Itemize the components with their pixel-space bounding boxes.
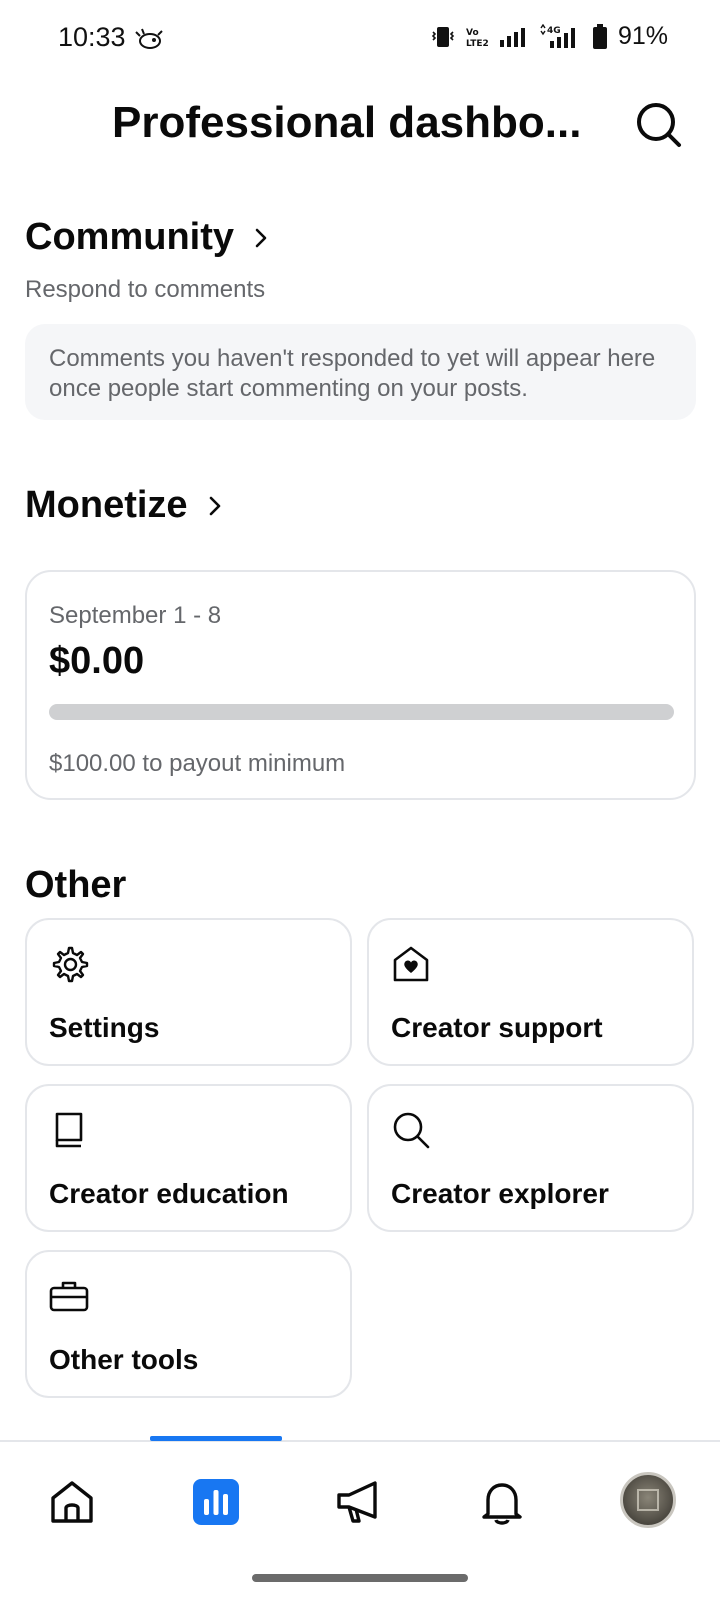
active-tab-indicator bbox=[150, 1436, 282, 1441]
creator-education-label: Creator education bbox=[49, 1178, 289, 1209]
svg-text:Vo: Vo bbox=[466, 28, 479, 38]
battery-icon bbox=[592, 23, 607, 49]
nav-dashboard[interactable] bbox=[190, 1476, 242, 1528]
monetize-title: Monetize bbox=[25, 484, 188, 526]
volte-icon: Vo LTE2 bbox=[466, 28, 489, 49]
dashboard-icon bbox=[193, 1479, 239, 1525]
chevron-right-icon bbox=[209, 496, 220, 515]
search-icon[interactable] bbox=[634, 100, 684, 150]
nav-promote[interactable] bbox=[334, 1476, 386, 1528]
other-tools-label: Other tools bbox=[49, 1344, 199, 1375]
monetize-section-header[interactable]: Monetize bbox=[25, 484, 224, 527]
status-indicators: Vo LTE2 4G 91% bbox=[430, 22, 668, 51]
profile-avatar[interactable] bbox=[620, 1472, 676, 1528]
creator-support-label: Creator support bbox=[391, 1012, 603, 1043]
battery-percent: 91% bbox=[617, 22, 668, 50]
earnings-card[interactable]: September 1 - 8 $0.00 $100.00 to payout … bbox=[25, 570, 696, 800]
book-icon bbox=[55, 1112, 83, 1148]
megaphone-icon bbox=[337, 1481, 377, 1523]
svg-text:LTE2: LTE2 bbox=[466, 39, 489, 49]
signal-4g-icon: 4G bbox=[540, 23, 575, 48]
svg-text:4G: 4G bbox=[547, 26, 561, 36]
avatar-logo bbox=[637, 1489, 659, 1511]
other-tools-tile[interactable]: Other tools bbox=[25, 1250, 352, 1398]
earnings-amount: $0.00 bbox=[49, 640, 145, 682]
gear-icon bbox=[52, 946, 89, 983]
creator-explorer-label: Creator explorer bbox=[391, 1178, 609, 1209]
notification-app-icon bbox=[135, 28, 163, 49]
signal-icon bbox=[499, 27, 525, 47]
creator-education-tile[interactable]: Creator education bbox=[25, 1084, 352, 1232]
bottom-nav bbox=[0, 1436, 720, 1560]
chevron-right-icon bbox=[255, 228, 267, 247]
header: Professional dashbo... bbox=[0, 90, 720, 160]
creator-explorer-tile[interactable]: Creator explorer bbox=[367, 1084, 694, 1232]
heart-house-icon bbox=[393, 946, 429, 982]
community-section-header[interactable]: Community bbox=[25, 216, 270, 259]
community-title: Community bbox=[25, 216, 234, 258]
payout-minimum-note: $100.00 to payout minimum bbox=[49, 750, 346, 777]
creator-support-tile[interactable]: Creator support bbox=[367, 918, 694, 1066]
settings-label: Settings bbox=[49, 1012, 160, 1043]
search-icon bbox=[393, 1112, 430, 1149]
earnings-period: September 1 - 8 bbox=[49, 602, 222, 629]
other-title: Other bbox=[25, 864, 127, 906]
system-home-indicator[interactable] bbox=[252, 1574, 468, 1582]
nav-home[interactable] bbox=[46, 1476, 98, 1528]
comments-empty-message: Comments you haven't responded to yet wi… bbox=[25, 324, 696, 420]
settings-tile[interactable]: Settings bbox=[25, 918, 352, 1066]
payout-progress-bar bbox=[49, 704, 674, 720]
bell-icon bbox=[482, 1483, 522, 1525]
status-time: 10:33 bbox=[58, 22, 126, 52]
briefcase-icon bbox=[49, 1281, 89, 1312]
status-bar: 10:33 Vo LTE2 4G 91% bbox=[0, 0, 720, 80]
page-title: Professional dashbo... bbox=[112, 98, 582, 147]
vibrate-icon bbox=[431, 26, 455, 47]
community-subtitle: Respond to comments bbox=[25, 276, 266, 303]
home-icon bbox=[51, 1481, 93, 1523]
nav-notifications[interactable] bbox=[476, 1476, 528, 1528]
